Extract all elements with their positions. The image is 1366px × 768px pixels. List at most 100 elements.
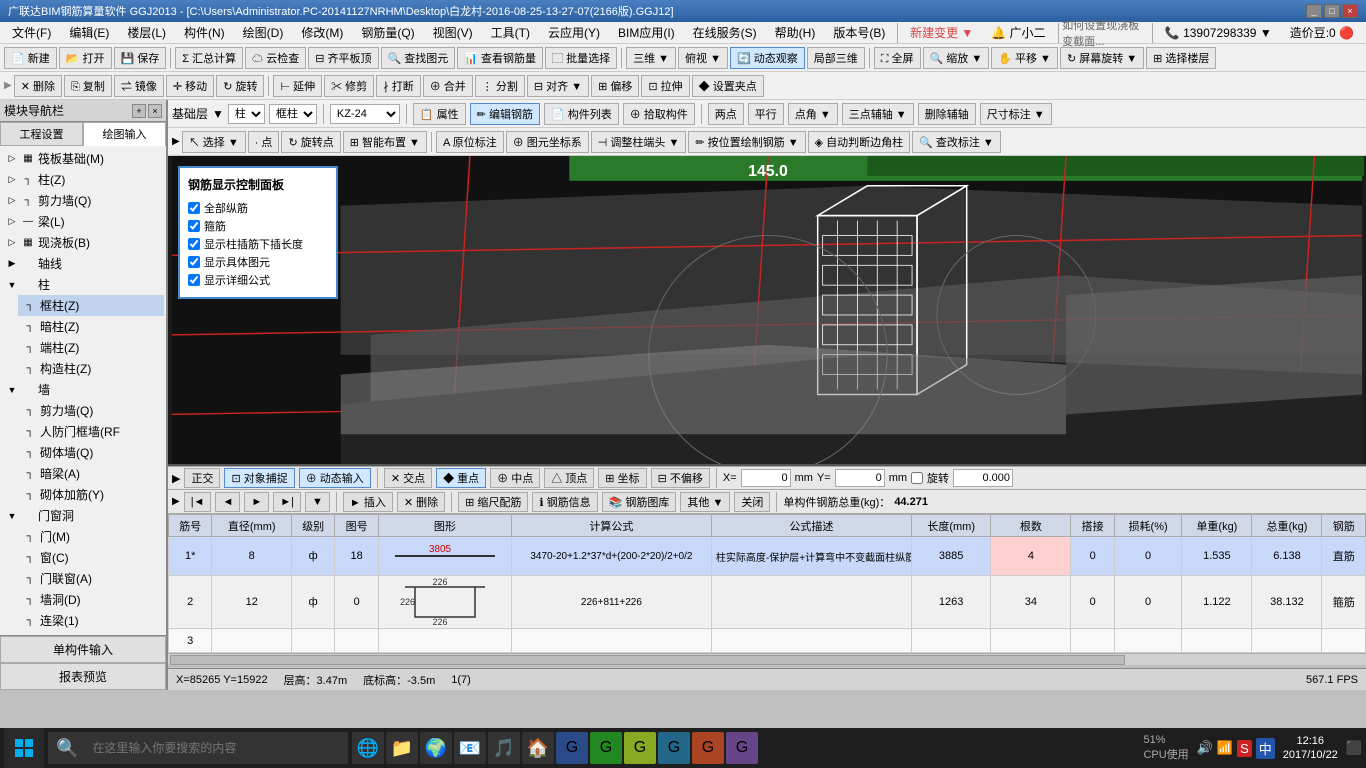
taskbar-media-icon[interactable]: 🎵 xyxy=(488,732,520,764)
tree-item-endcol[interactable]: ┐ 端柱(Z) xyxy=(18,337,164,358)
snap-vertex-btn[interactable]: △ 顶点 xyxy=(544,468,594,488)
coord-system-btn[interactable]: ⊕ 图元坐标系 xyxy=(506,131,589,153)
copy-button[interactable]: ⎘ 复制 xyxy=(64,75,112,97)
taskbar-app1-icon[interactable]: G xyxy=(556,732,588,764)
start-button[interactable] xyxy=(4,728,44,768)
tree-item-wall-opening[interactable]: ┐ 墙洞(D) xyxy=(18,589,164,610)
window-controls[interactable]: _ □ × xyxy=(1306,4,1358,18)
table-row[interactable]: 2 12 ф 0 xyxy=(169,576,1366,629)
close-rebar-btn[interactable]: 关闭 xyxy=(734,492,770,512)
trim-button[interactable]: ✂ 修剪 xyxy=(324,75,374,97)
fullscreen-button[interactable]: ⛶ 全屏 xyxy=(874,47,921,69)
menu-file[interactable]: 文件(F) xyxy=(4,22,59,43)
rebar-info-btn[interactable]: ℹ 钢筋信息 xyxy=(532,492,597,512)
3d-button[interactable]: 三维 ▼ xyxy=(626,47,676,69)
split-button[interactable]: ⋮ 分割 xyxy=(475,75,525,97)
offset-button[interactable]: ⊞ 偏移 xyxy=(591,75,639,97)
tree-item-beam[interactable]: ▷ — 梁(L) xyxy=(2,211,164,232)
setpoint-button[interactable]: ◆ 设置夹点 xyxy=(692,75,764,97)
nav-down-btn[interactable]: ▼ xyxy=(305,492,330,512)
orig-label-btn[interactable]: A 原位标注 xyxy=(436,131,504,153)
select-btn[interactable]: ↖ 选择 ▼ xyxy=(182,131,246,153)
taskbar-app2-icon[interactable]: G xyxy=(590,732,622,764)
tree-item-axis[interactable]: ▶ 轴线 xyxy=(2,253,164,274)
menu-phone[interactable]: 📞 13907298339 ▼ xyxy=(1157,24,1280,42)
expand-opening-group[interactable]: ▼ xyxy=(6,510,18,522)
mirror-button[interactable]: ⇌ 镜像 xyxy=(114,75,164,97)
edit-rebar-btn[interactable]: ✏ 编辑钢筋 xyxy=(470,103,540,125)
tree-item-col-group[interactable]: ▼ 柱 xyxy=(2,274,164,295)
clock[interactable]: 12:16 2017/10/22 xyxy=(1283,734,1338,763)
type-select[interactable]: 柱 xyxy=(228,104,265,124)
tab-drawing[interactable]: 绘图输入 xyxy=(83,122,166,146)
minimize-button[interactable]: _ xyxy=(1306,4,1322,18)
align-button[interactable]: ⊟ 对齐 ▼ xyxy=(527,75,589,97)
nav-last-btn[interactable]: ►| xyxy=(273,492,301,512)
menu-cloud[interactable]: 云应用(Y) xyxy=(540,22,608,43)
stretch-button[interactable]: ⊡ 拉伸 xyxy=(641,75,689,97)
report-preview-btn[interactable]: 报表预览 xyxy=(0,663,166,690)
save-button[interactable]: 💾 保存 xyxy=(114,47,167,69)
adj-col-end-btn[interactable]: ⊣ 调整柱端头 ▼ xyxy=(591,131,687,153)
tree-item-brickrein[interactable]: ┐ 砌体加筋(Y) xyxy=(18,484,164,505)
snap-object-btn[interactable]: ⊡ 对象捕捉 xyxy=(224,468,294,488)
snap-center-btn[interactable]: ⊕ 中点 xyxy=(490,468,540,488)
taskbar-app6-icon[interactable]: G xyxy=(726,732,758,764)
taskbar-app5-icon[interactable]: G xyxy=(692,732,724,764)
find-element-button[interactable]: 🔍 查找图元 xyxy=(381,47,456,69)
menu-floor[interactable]: 楼层(L) xyxy=(119,22,174,43)
menu-cost[interactable]: 造价豆:0 🔴 xyxy=(1282,22,1362,43)
point-angle-btn[interactable]: 点角 ▼ xyxy=(788,103,838,125)
cloud-check-button[interactable]: ☁ 云检查 xyxy=(245,47,306,69)
cb-insert-length[interactable] xyxy=(188,238,200,250)
close-button[interactable]: × xyxy=(1342,4,1358,18)
tree-item-defensewall[interactable]: ┐ 人防门框墙(RF xyxy=(18,421,164,442)
tree-item-brickwall[interactable]: ┐ 砌体墙(Q) xyxy=(18,442,164,463)
component-list-btn[interactable]: 📄 构件列表 xyxy=(544,103,619,125)
menu-tools[interactable]: 工具(T) xyxy=(483,22,538,43)
y-input[interactable] xyxy=(835,469,885,487)
move-button[interactable]: ✛ 移动 xyxy=(166,75,214,97)
single-component-btn[interactable]: 单构件输入 xyxy=(0,636,166,663)
view-rebar-button[interactable]: 📊 查看钢筋量 xyxy=(457,47,543,69)
network-icon[interactable]: 📶 xyxy=(1217,740,1233,756)
tree-item-doorwindow[interactable]: ┐ 门联窗(A) xyxy=(18,568,164,589)
nav-ctrl-close[interactable]: × xyxy=(148,104,162,118)
volume-icon[interactable]: 🔊 xyxy=(1197,740,1213,756)
del-axis-btn[interactable]: 删除辅轴 xyxy=(918,103,976,125)
rotate-point-btn[interactable]: ↻ 旋转点 xyxy=(281,131,340,153)
table-row[interactable]: 1* 8 ф 18 3805 xyxy=(169,537,1366,576)
tree-item-shearwall2[interactable]: ┐ 剪力墙(Q) xyxy=(18,400,164,421)
top-view-button[interactable]: 俯视 ▼ xyxy=(678,47,728,69)
expand-axis[interactable]: ▶ xyxy=(6,258,18,270)
show-desktop-icon[interactable]: ⬛ xyxy=(1346,740,1362,756)
table-row[interactable]: 3 xyxy=(169,629,1366,653)
menu-new-change[interactable]: 新建变更 ▼ xyxy=(902,22,981,43)
expand-beam[interactable]: ▷ xyxy=(6,216,18,228)
zoom-button[interactable]: 🔍 缩放 ▼ xyxy=(923,47,990,69)
expand-col-group[interactable]: ▼ xyxy=(6,279,18,291)
rotate-checkbox[interactable] xyxy=(911,472,923,484)
tree-item-wallcol[interactable]: ┐ 暗柱(Z) xyxy=(18,316,164,337)
snap-ortho-btn[interactable]: 正交 xyxy=(184,468,220,488)
draw-by-pos-btn[interactable]: ✏ 按位置绘制钢筋 ▼ xyxy=(688,131,805,153)
menu-modify[interactable]: 修改(M) xyxy=(293,22,351,43)
element-select[interactable]: KZ-24 xyxy=(330,104,400,124)
expand-column[interactable]: ▷ xyxy=(6,174,18,186)
tree-item-joint[interactable]: ┐ 连梁(1) xyxy=(18,610,164,631)
3d-viewport[interactable]: 145.0 X Z Y 钢筋显示控制面板 全部纵筋 xyxy=(168,156,1366,466)
delete-rebar-btn[interactable]: ✕ 删除 xyxy=(397,492,445,512)
expand-wall-group[interactable]: ▼ xyxy=(6,384,18,396)
merge-button[interactable]: ⊕ 合并 xyxy=(423,75,473,97)
tree-item-foundation[interactable]: ▷ ▦ 筏板基础(M) xyxy=(2,148,164,169)
search-container[interactable]: 🔍 xyxy=(48,732,348,764)
taskbar-app4-icon[interactable]: G xyxy=(658,732,690,764)
new-button[interactable]: 📄 新建 xyxy=(4,47,57,69)
dim-btn[interactable]: 尺寸标注 ▼ xyxy=(980,103,1052,125)
menu-component[interactable]: 构件(N) xyxy=(176,22,233,43)
cb-stirrup[interactable] xyxy=(188,220,200,232)
tree-item-column[interactable]: ▷ ┐ 柱(Z) xyxy=(2,169,164,190)
scrollbar-thumb-h[interactable] xyxy=(170,655,1125,665)
property-btn[interactable]: 📋 属性 xyxy=(413,103,466,125)
pan-button[interactable]: ✋ 平移 ▼ xyxy=(991,47,1058,69)
